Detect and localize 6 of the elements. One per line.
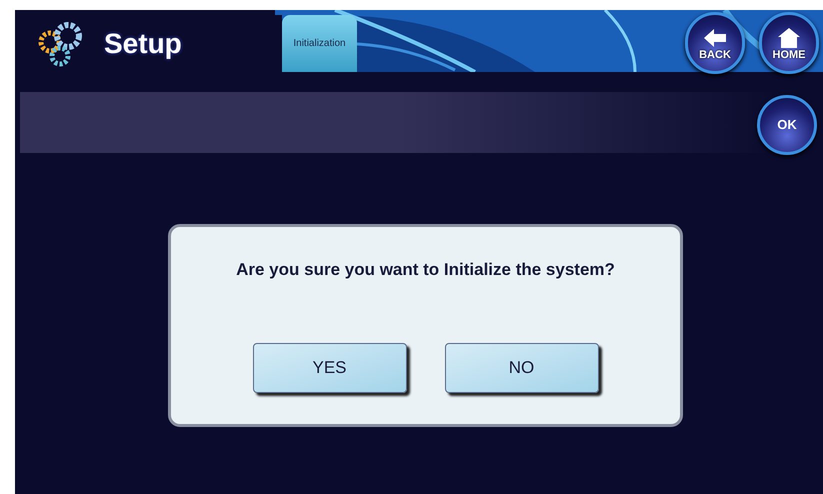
dialog-message: Are you sure you want to Initialize the system? [236, 259, 615, 281]
no-button[interactable]: NO [444, 342, 598, 392]
screen-title: Setup [104, 26, 182, 61]
tab[interactable]: Initialization [282, 15, 357, 72]
ok-button[interactable]: OK [757, 95, 817, 155]
yes-button[interactable]: YES [252, 342, 406, 392]
